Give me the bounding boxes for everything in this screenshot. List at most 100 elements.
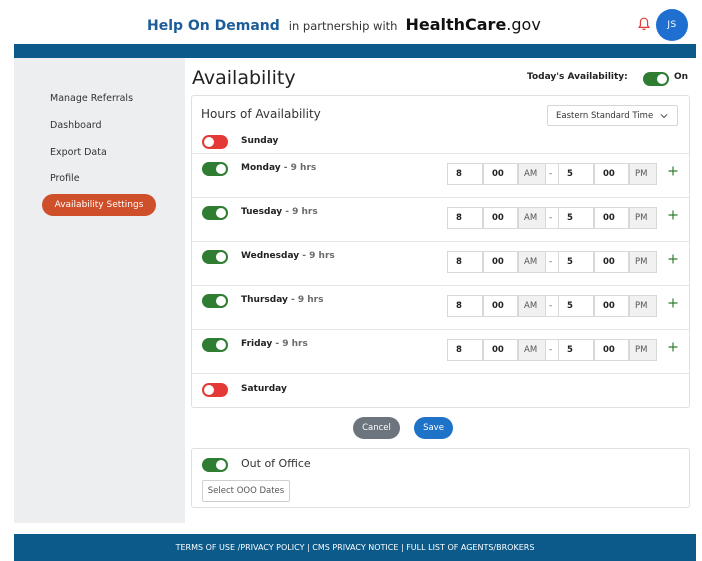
app-frame: Help On Demand in partnership with Healt… (14, 0, 696, 561)
end-ampm-select[interactable]: PM (629, 163, 657, 185)
day-row-saturday: Saturday (192, 373, 689, 407)
brand-healthcare: HealthCare (405, 15, 507, 34)
todays-availability-state: On (674, 72, 689, 82)
end-minute-input[interactable]: 00 (594, 163, 629, 185)
start-hour-input[interactable]: 8 (447, 295, 483, 317)
ooo-dates-input[interactable]: Select OOO Dates (202, 480, 290, 502)
footer-link-cms-privacy[interactable]: CMS PRIVACY NOTICE (312, 543, 398, 552)
out-of-office-toggle[interactable] (202, 458, 228, 472)
thursday-toggle[interactable] (202, 294, 228, 308)
start-minute-input[interactable]: 00 (483, 163, 518, 185)
start-minute-input[interactable]: 00 (483, 339, 518, 361)
todays-availability-label: Today's Availability: (527, 72, 628, 82)
start-ampm-select[interactable]: AM (518, 207, 546, 229)
time-separator: - (546, 163, 558, 185)
start-hour-input[interactable]: 8 (447, 339, 483, 361)
footer-separator: | (398, 543, 407, 552)
time-separator: - (546, 339, 558, 361)
day-label-thursday: Thursday - 9 hrs (241, 295, 324, 305)
end-minute-input[interactable]: 00 (594, 295, 629, 317)
day-row-monday: Monday - 9 hrs 8 00 AM - 5 00 PM (192, 153, 689, 198)
wednesday-toggle[interactable] (202, 250, 228, 264)
end-hour-input[interactable]: 5 (558, 207, 594, 229)
start-ampm-select[interactable]: AM (518, 163, 546, 185)
save-button[interactable]: Save (414, 417, 453, 439)
sidebar-item-availability-settings[interactable]: Availability Settings (42, 194, 156, 216)
time-separator: - (546, 295, 558, 317)
end-ampm-select[interactable]: PM (629, 295, 657, 317)
time-range-friday: 8 00 AM - 5 00 PM (447, 339, 657, 361)
hours-panel: Hours of Availability Eastern Standard T… (191, 95, 690, 408)
day-label-friday: Friday - 9 hrs (241, 339, 308, 349)
cancel-button[interactable]: Cancel (353, 417, 400, 439)
end-ampm-select[interactable]: PM (629, 207, 657, 229)
brand-partner-text: in partnership with (288, 19, 398, 33)
brand-main: Help On Demand (147, 18, 280, 34)
sidebar: Manage Referrals Dashboard Export Data P… (14, 58, 185, 523)
sidebar-item-profile[interactable]: Profile (50, 173, 80, 184)
sidebar-item-export-data[interactable]: Export Data (50, 147, 107, 158)
end-hour-input[interactable]: 5 (558, 295, 594, 317)
end-minute-input[interactable]: 00 (594, 251, 629, 273)
start-hour-input[interactable]: 8 (447, 163, 483, 185)
add-time-range-icon[interactable] (668, 166, 678, 176)
day-row-friday: Friday - 9 hrs 8 00 AM - 5 00 PM (192, 329, 689, 374)
end-ampm-select[interactable]: PM (629, 339, 657, 361)
start-hour-input[interactable]: 8 (447, 251, 483, 273)
footer-link-terms[interactable]: TERMS OF USE /PRIVACY POLICY (176, 543, 305, 552)
out-of-office-panel: Out of Office Select OOO Dates (191, 448, 690, 508)
add-time-range-icon[interactable] (668, 298, 678, 308)
footer-link-agents-brokers[interactable]: FULL LIST OF AGENTS/BROKERS (406, 543, 534, 552)
chevron-down-icon (660, 114, 668, 119)
start-minute-input[interactable]: 00 (483, 207, 518, 229)
main-content: Availability Today's Availability: On Ho… (185, 58, 696, 523)
monday-toggle[interactable] (202, 162, 228, 176)
time-range-wednesday: 8 00 AM - 5 00 PM (447, 251, 657, 273)
add-time-range-icon[interactable] (668, 342, 678, 352)
hours-title: Hours of Availability (201, 107, 321, 121)
friday-toggle[interactable] (202, 338, 228, 352)
start-ampm-select[interactable]: AM (518, 295, 546, 317)
brand-gov: .gov (506, 15, 541, 34)
day-row-tuesday: Tuesday - 9 hrs 8 00 AM - 5 00 PM (192, 197, 689, 242)
end-hour-input[interactable]: 5 (558, 251, 594, 273)
bell-icon[interactable] (638, 17, 650, 31)
end-ampm-select[interactable]: PM (629, 251, 657, 273)
time-range-thursday: 8 00 AM - 5 00 PM (447, 295, 657, 317)
start-hour-input[interactable]: 8 (447, 207, 483, 229)
tuesday-toggle[interactable] (202, 206, 228, 220)
day-label-sunday: Sunday (241, 136, 279, 146)
out-of-office-title: Out of Office (241, 457, 311, 470)
avatar[interactable]: JS (656, 9, 688, 41)
end-minute-input[interactable]: 00 (594, 207, 629, 229)
day-label-wednesday: Wednesday - 9 hrs (241, 251, 335, 261)
day-label-monday: Monday - 9 hrs (241, 163, 317, 173)
end-hour-input[interactable]: 5 (558, 339, 594, 361)
time-separator: - (546, 207, 558, 229)
day-row-wednesday: Wednesday - 9 hrs 8 00 AM - 5 00 PM (192, 241, 689, 286)
add-time-range-icon[interactable] (668, 210, 678, 220)
sidebar-item-dashboard[interactable]: Dashboard (50, 120, 102, 131)
timezone-select[interactable]: Eastern Standard Time (547, 105, 678, 126)
brand-logo: Help On Demand in partnership with Healt… (147, 15, 541, 35)
time-range-tuesday: 8 00 AM - 5 00 PM (447, 207, 657, 229)
sunday-toggle[interactable] (202, 135, 228, 149)
todays-availability-toggle[interactable] (643, 72, 669, 86)
saturday-toggle[interactable] (202, 383, 228, 397)
header-accent-bar (14, 44, 696, 58)
start-minute-input[interactable]: 00 (483, 295, 518, 317)
day-label-saturday: Saturday (241, 384, 287, 394)
day-label-tuesday: Tuesday - 9 hrs (241, 207, 318, 217)
time-range-monday: 8 00 AM - 5 00 PM (447, 163, 657, 185)
end-hour-input[interactable]: 5 (558, 163, 594, 185)
end-minute-input[interactable]: 00 (594, 339, 629, 361)
footer: TERMS OF USE /PRIVACY POLICY | CMS PRIVA… (14, 534, 696, 561)
day-row-sunday: Sunday (192, 131, 689, 153)
start-ampm-select[interactable]: AM (518, 339, 546, 361)
start-ampm-select[interactable]: AM (518, 251, 546, 273)
footer-separator: | (304, 543, 313, 552)
sidebar-item-manage-referrals[interactable]: Manage Referrals (50, 93, 133, 104)
header: Help On Demand in partnership with Healt… (14, 0, 696, 45)
start-minute-input[interactable]: 00 (483, 251, 518, 273)
add-time-range-icon[interactable] (668, 254, 678, 264)
